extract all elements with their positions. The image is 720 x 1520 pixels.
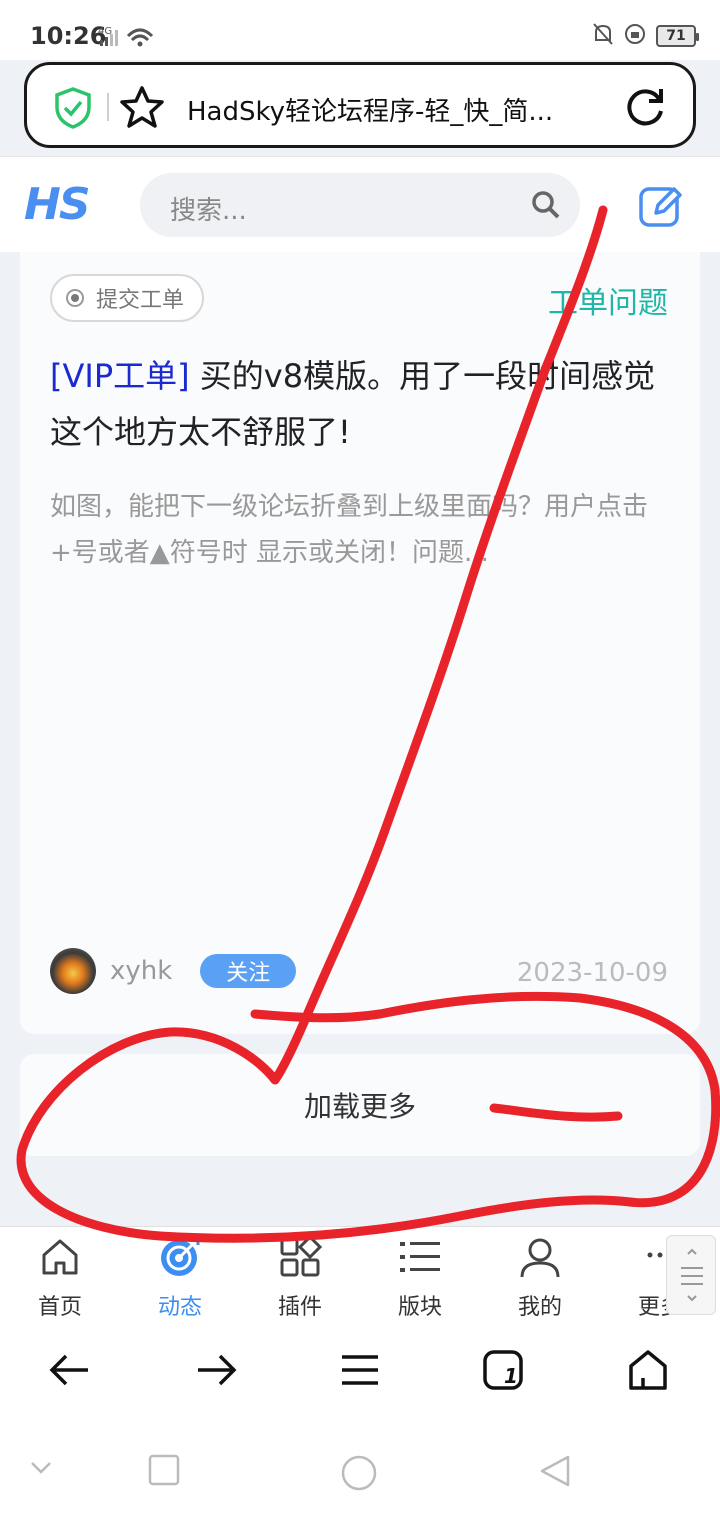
menu-icon[interactable] xyxy=(338,1348,382,1396)
tab-plugins[interactable]: 插件 xyxy=(240,1234,360,1321)
post-title[interactable]: [VIP工单] 买的v8模版。用了一段时间感觉这个地方太不舒服了! xyxy=(50,348,670,460)
post-author: xyhk 关注 xyxy=(50,948,297,994)
tab-label: 版块 xyxy=(397,1295,442,1320)
grid-icon xyxy=(278,1234,323,1283)
home-button-icon[interactable] xyxy=(626,1348,670,1396)
system-nav-bar xyxy=(0,1426,720,1520)
home-icon xyxy=(38,1235,82,1283)
search-placeholder: 搜索... xyxy=(170,196,247,226)
post-tag[interactable]: 提交工单 xyxy=(50,274,205,322)
tab-label: 插件 xyxy=(277,1295,322,1320)
tabs-icon[interactable]: 1 xyxy=(482,1348,526,1396)
list-icon xyxy=(398,1235,442,1283)
post-tag-label: 提交工单 xyxy=(96,288,185,313)
star-icon[interactable] xyxy=(119,85,165,133)
author-name[interactable]: xyhk xyxy=(110,956,172,986)
status-bar: 10:26 4G 71 xyxy=(0,0,720,60)
chevron-down-icon[interactable] xyxy=(28,1454,54,1484)
battery-icon: 71 xyxy=(656,25,699,47)
back-triangle-icon[interactable] xyxy=(538,1454,572,1492)
screen: 10:26 4G 71 HadSky轻论坛程序-轻_快_简... HS 搜索..… xyxy=(0,0,720,1520)
divider xyxy=(107,93,109,121)
target-icon xyxy=(158,1235,202,1283)
signal-icon: 4G xyxy=(98,24,158,54)
user-icon xyxy=(518,1235,562,1283)
tab-label: 动态 xyxy=(157,1295,202,1320)
scroll-handle[interactable] xyxy=(666,1235,716,1315)
reload-icon[interactable] xyxy=(623,85,667,133)
search-icon[interactable] xyxy=(530,189,562,225)
shield-icon[interactable] xyxy=(53,87,93,133)
mute-bell-icon xyxy=(592,22,614,50)
tab-home[interactable]: 首页 xyxy=(0,1235,120,1321)
home-circle-icon[interactable] xyxy=(340,1454,378,1496)
bottom-tab-bar: 首页 动态 插件 版块 我的 更多 xyxy=(0,1226,720,1322)
recents-icon[interactable] xyxy=(148,1454,180,1490)
post-card[interactable]: 提交工单 工单问题 [VIP工单] 买的v8模版。用了一段时间感觉这个地方太不舒… xyxy=(20,252,700,1034)
edit-icon[interactable] xyxy=(638,183,684,233)
tab-mine[interactable]: 我的 xyxy=(480,1235,600,1321)
follow-button[interactable]: 关注 xyxy=(200,954,297,988)
post-title-prefix: [VIP工单] xyxy=(50,357,190,395)
browser-toolbar: 1 xyxy=(0,1322,720,1426)
site-logo[interactable]: HS xyxy=(24,179,91,230)
search-input[interactable]: 搜索... xyxy=(140,173,580,237)
back-icon[interactable] xyxy=(48,1348,92,1396)
tab-feed[interactable]: 动态 xyxy=(120,1235,240,1321)
page-title[interactable]: HadSky轻论坛程序-轻_快_简... xyxy=(187,91,627,128)
tab-label: 首页 xyxy=(37,1295,82,1320)
radio-icon xyxy=(66,289,84,307)
rotation-lock-icon xyxy=(624,23,646,49)
tab-count: 1 xyxy=(504,1364,518,1388)
address-bar[interactable]: HadSky轻论坛程序-轻_快_简... xyxy=(24,62,696,148)
post-date: 2023-10-09 xyxy=(516,958,668,988)
load-more-button[interactable]: 加载更多 xyxy=(20,1054,700,1156)
tab-boards[interactable]: 版块 xyxy=(360,1235,480,1321)
forward-icon[interactable] xyxy=(194,1348,238,1396)
post-category[interactable]: 工单问题 xyxy=(548,278,668,322)
site-header: HS 搜索... xyxy=(0,156,720,252)
status-time: 10:26 xyxy=(30,22,107,50)
avatar[interactable] xyxy=(50,948,96,994)
tab-label: 我的 xyxy=(517,1295,562,1320)
post-excerpt: 如图，能把下一级论坛折叠到上级里面吗？用户点击+号或者▲符号时 显示或关闭！问题… xyxy=(50,492,649,568)
